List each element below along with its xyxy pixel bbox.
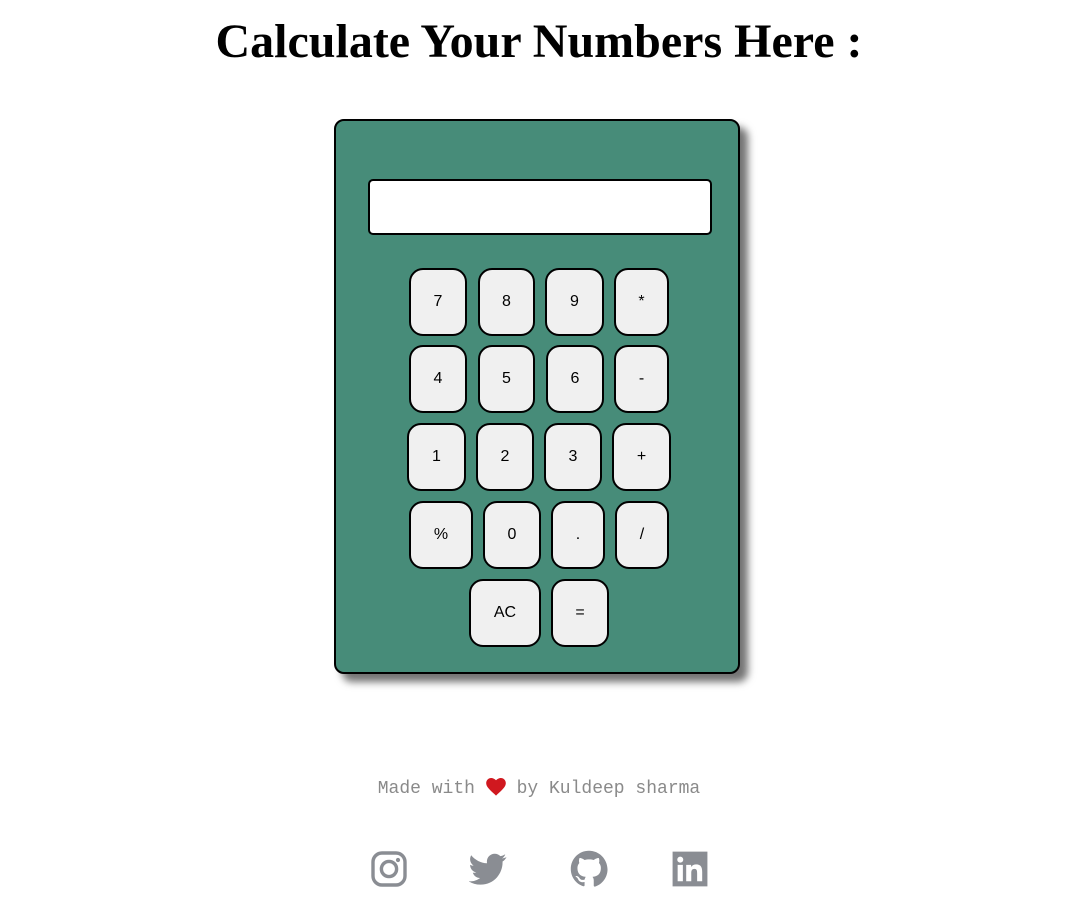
key-clear[interactable]: AC (469, 579, 541, 647)
key-percent[interactable]: % (409, 501, 473, 569)
linkedin-icon (671, 850, 709, 888)
key-8[interactable]: 8 (478, 268, 535, 336)
key-1[interactable]: 1 (407, 423, 466, 491)
key-decimal[interactable]: . (551, 501, 605, 569)
key-add[interactable]: + (612, 423, 671, 491)
instagram-icon (370, 850, 408, 888)
made-with-text: Made with (377, 779, 475, 799)
calculator-display[interactable] (368, 179, 712, 235)
key-equals[interactable]: = (551, 579, 609, 647)
key-6[interactable]: 6 (546, 345, 604, 413)
key-subtract[interactable]: - (614, 345, 669, 413)
key-multiply[interactable]: * (614, 268, 669, 336)
key-5[interactable]: 5 (478, 345, 535, 413)
github-icon (570, 850, 608, 888)
key-0[interactable]: 0 (483, 501, 541, 569)
key-2[interactable]: 2 (476, 423, 534, 491)
key-4[interactable]: 4 (409, 345, 467, 413)
github-link[interactable] (570, 850, 608, 888)
key-9[interactable]: 9 (545, 268, 604, 336)
key-divide[interactable]: / (615, 501, 669, 569)
calculator: 7 8 9 * 4 5 6 - 1 2 3 + % 0 . / AC = (334, 119, 740, 674)
linkedin-link[interactable] (671, 850, 709, 888)
twitter-link[interactable] (469, 850, 507, 888)
instagram-link[interactable] (370, 850, 408, 888)
key-3[interactable]: 3 (544, 423, 602, 491)
key-7[interactable]: 7 (409, 268, 467, 336)
author-text: by Kuldeep sharma (516, 779, 701, 799)
footer-credit: Made with by Kuldeep sharma (0, 777, 1078, 801)
page-title: Calculate Your Numbers Here : (215, 15, 863, 68)
twitter-icon (469, 850, 507, 888)
heart-icon (485, 778, 506, 796)
